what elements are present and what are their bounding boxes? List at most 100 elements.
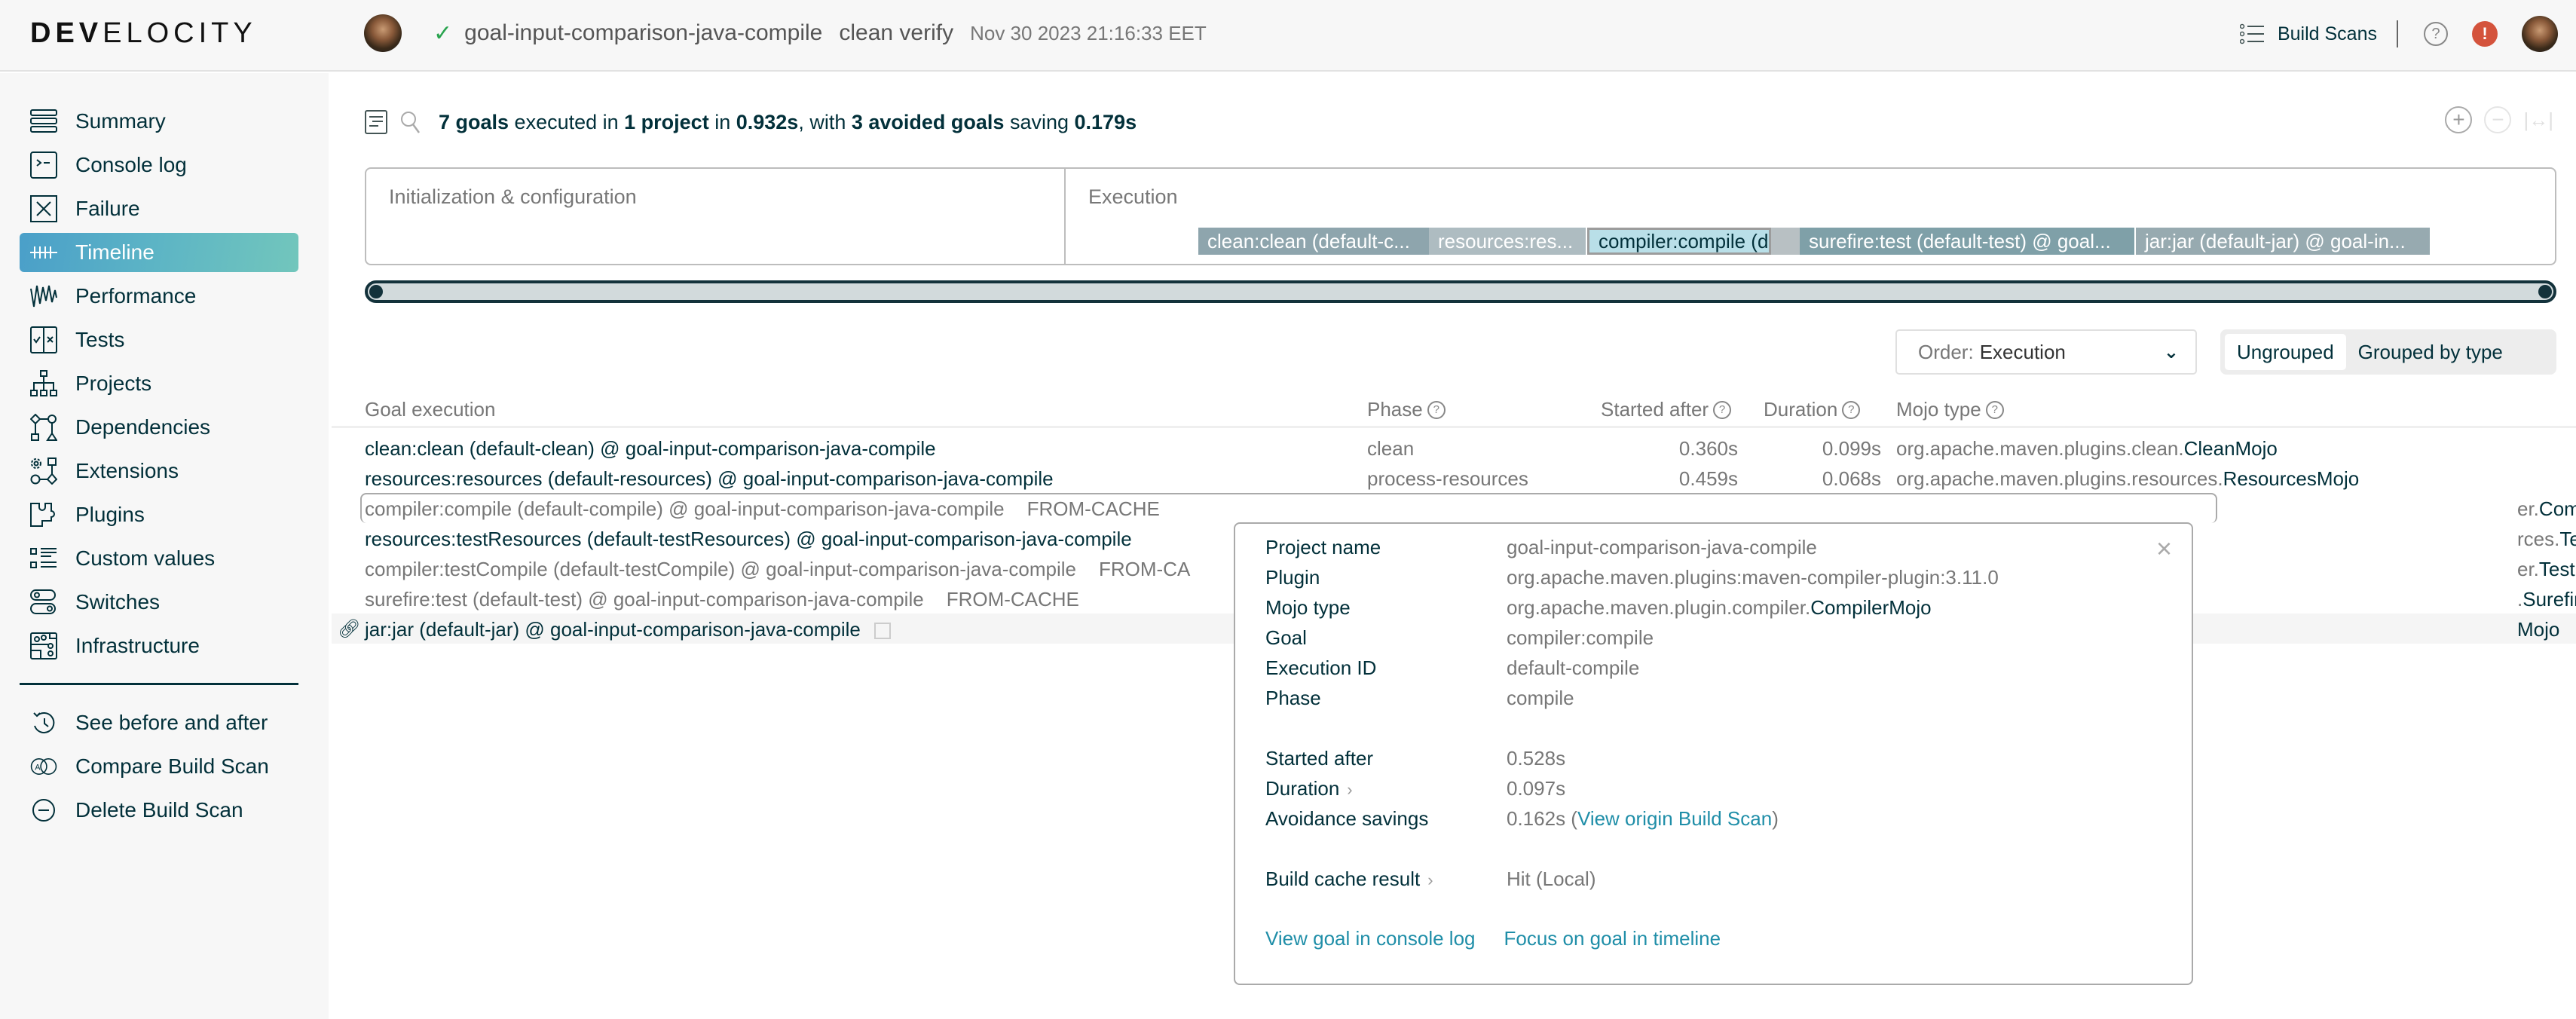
sidebar-item-dependencies[interactable]: Dependencies bbox=[20, 408, 298, 447]
sidebar: Summary Console log Failure Timeline Per… bbox=[0, 73, 329, 1019]
detail-goal: Goal compiler:compile bbox=[1265, 626, 1654, 649]
build-title: ✓ goal-input-comparison-java-compile cle… bbox=[433, 17, 1207, 50]
sidebar-item-tests[interactable]: Tests bbox=[20, 320, 298, 360]
init-label: Initialization & configuration bbox=[389, 185, 637, 208]
view-in-console-log-link[interactable]: View goal in console log bbox=[1265, 927, 1475, 950]
detail-duration[interactable]: Duration › 0.097s bbox=[1265, 777, 1565, 804]
sidebar-item-timeline[interactable]: Timeline bbox=[20, 233, 298, 272]
col-started-after[interactable]: Started after? bbox=[1601, 398, 1732, 421]
plugins-icon bbox=[30, 501, 57, 528]
view-origin-build-scan-link[interactable]: View origin Build Scan bbox=[1577, 807, 1772, 830]
goal-details-popup: × Project name goal-input-comparison-java… bbox=[1234, 522, 2193, 985]
timeline-bar-surefire[interactable]: surefire:test (default-test) @ goal... bbox=[1800, 228, 2134, 255]
sidebar-item-projects[interactable]: Projects bbox=[20, 364, 298, 403]
order-select[interactable]: Order: Execution ⌄ bbox=[1895, 329, 2197, 375]
top-bar: DEV ELOCITY ✓ goal-input-comparison-java-… bbox=[0, 0, 2576, 72]
sidebar-item-failure[interactable]: Failure bbox=[20, 189, 298, 228]
search-icon[interactable] bbox=[399, 110, 422, 134]
col-duration[interactable]: Duration? bbox=[1764, 398, 1861, 421]
develocity-logo[interactable]: DEV ELOCITY bbox=[30, 17, 257, 50]
projects-icon bbox=[30, 370, 57, 397]
table-row-selected[interactable]: compiler:compile (default-compile) @ goa… bbox=[332, 493, 2576, 523]
help-icon[interactable]: ? bbox=[1713, 400, 1732, 419]
sidebar-item-switches[interactable]: Switches bbox=[20, 583, 298, 622]
zoom-out-button[interactable]: − bbox=[2484, 106, 2512, 133]
chevron-down-icon: ⌄ bbox=[2163, 342, 2179, 363]
col-mojo-type[interactable]: Mojo type? bbox=[1896, 398, 2004, 421]
from-cache-badge: FROM-CACHE bbox=[1026, 497, 1160, 520]
timeline-bar-test-resources[interactable] bbox=[1771, 228, 1800, 255]
sidebar-item-extensions[interactable]: Extensions bbox=[20, 451, 298, 491]
compare-build-scan-button[interactable]: A Compare Build Scan bbox=[20, 747, 298, 786]
grouping-toggle: Ungrouped Grouped by type bbox=[2220, 329, 2556, 375]
sidebar-item-performance[interactable]: Performance bbox=[20, 277, 298, 316]
sidebar-divider bbox=[20, 683, 298, 685]
col-goal-execution[interactable]: Goal execution bbox=[365, 398, 495, 421]
timeline-bar-compile[interactable]: compiler:compile (de... bbox=[1587, 228, 1771, 255]
history-icon bbox=[30, 709, 57, 736]
link-icon[interactable]: 🔗︎ bbox=[338, 618, 360, 640]
user-avatar[interactable] bbox=[2522, 16, 2558, 52]
project-name: goal-input-comparison-java-compile bbox=[464, 20, 823, 45]
timeline-init-section: Initialization & configuration bbox=[366, 169, 1066, 264]
close-icon[interactable]: × bbox=[2156, 533, 2172, 565]
requested-tasks: clean verify bbox=[839, 20, 954, 45]
sidebar-item-plugins[interactable]: Plugins bbox=[20, 495, 298, 534]
sidebar-item-custom-values[interactable]: Custom values bbox=[20, 539, 298, 578]
timeline-bar-resources[interactable]: resources:res... bbox=[1429, 228, 1586, 255]
dependencies-icon bbox=[30, 414, 57, 441]
sidebar-item-console-log[interactable]: Console log bbox=[20, 145, 298, 185]
summary-icon bbox=[30, 108, 57, 135]
alert-icon[interactable]: ! bbox=[2472, 21, 2498, 47]
scroll-handle-left[interactable] bbox=[369, 285, 383, 298]
ungrouped-option[interactable]: Ungrouped bbox=[2225, 334, 2346, 370]
popup-links: View goal in console log Focus on goal i… bbox=[1265, 927, 1721, 950]
timeline-bar-jar[interactable]: jar:jar (default-jar) @ goal-in... bbox=[2136, 228, 2430, 255]
see-before-after-button[interactable]: See before and after bbox=[20, 703, 298, 742]
delete-icon bbox=[30, 797, 57, 824]
timeline-icon bbox=[30, 239, 57, 266]
timeline-summary: 7 goals executed in 1 project in 0.932s,… bbox=[365, 107, 1137, 137]
detail-execution-id: Execution ID default-compile bbox=[1265, 656, 1640, 679]
timeline-bar-clean[interactable]: clean:clean (default-c... bbox=[1198, 228, 1429, 255]
chevron-right-icon: › bbox=[1347, 780, 1353, 799]
delete-build-scan-button[interactable]: Delete Build Scan bbox=[20, 791, 298, 830]
fit-width-button[interactable]: |↔| bbox=[2523, 109, 2553, 132]
grouped-by-type-option[interactable]: Grouped by type bbox=[2346, 334, 2515, 370]
table-row[interactable]: clean:clean (default-clean) @ goal-input… bbox=[332, 433, 2576, 463]
detail-project-name: Project name goal-input-comparison-java-c… bbox=[1265, 536, 1817, 558]
col-phase[interactable]: Phase? bbox=[1367, 398, 1446, 421]
detail-started-after: Started after 0.528s bbox=[1265, 747, 1566, 770]
timeline-scrollbar[interactable] bbox=[365, 280, 2556, 303]
table-row[interactable]: resources:resources (default-resources) … bbox=[332, 463, 2576, 493]
tests-icon bbox=[30, 326, 57, 353]
check-icon: ✓ bbox=[433, 20, 453, 46]
sidebar-item-summary[interactable]: Summary bbox=[20, 102, 298, 141]
custom-values-icon bbox=[30, 545, 57, 572]
help-icon[interactable]: ? bbox=[2424, 22, 2448, 46]
help-icon[interactable]: ? bbox=[1842, 400, 1861, 419]
build-user-avatar bbox=[364, 14, 402, 52]
zoom-in-button[interactable]: + bbox=[2445, 106, 2473, 133]
list-view-icon[interactable] bbox=[365, 110, 387, 134]
compare-icon: A bbox=[30, 753, 57, 780]
from-cache-badge: FROM-CACHE bbox=[946, 588, 1079, 610]
open-details-icon[interactable] bbox=[873, 623, 891, 640]
build-scans-link[interactable]: Build Scans bbox=[2239, 23, 2377, 45]
failure-icon bbox=[30, 195, 57, 222]
svg-text:A: A bbox=[35, 763, 41, 773]
detail-avoidance-savings: Avoidance savings 0.162s (View origin Bui… bbox=[1265, 807, 1779, 830]
build-date: Nov 30 2023 21:16:33 EET bbox=[970, 21, 1207, 44]
help-icon[interactable]: ? bbox=[1985, 400, 2004, 419]
sidebar-item-infrastructure[interactable]: Infrastructure bbox=[20, 626, 298, 666]
detail-build-cache-result[interactable]: Build cache result › Hit (Local) bbox=[1265, 868, 1595, 895]
list-icon bbox=[2239, 23, 2264, 44]
chevron-right-icon: › bbox=[1427, 871, 1433, 889]
from-cache-badge: FROM-CA bbox=[1098, 558, 1191, 580]
help-icon[interactable]: ? bbox=[1427, 400, 1446, 419]
scroll-handle-right[interactable] bbox=[2538, 285, 2552, 298]
exec-label: Execution bbox=[1088, 185, 1178, 208]
zoom-controls: + − |↔| bbox=[2445, 106, 2553, 133]
detail-phase: Phase compile bbox=[1265, 687, 1574, 709]
focus-in-timeline-link[interactable]: Focus on goal in timeline bbox=[1504, 927, 1721, 950]
